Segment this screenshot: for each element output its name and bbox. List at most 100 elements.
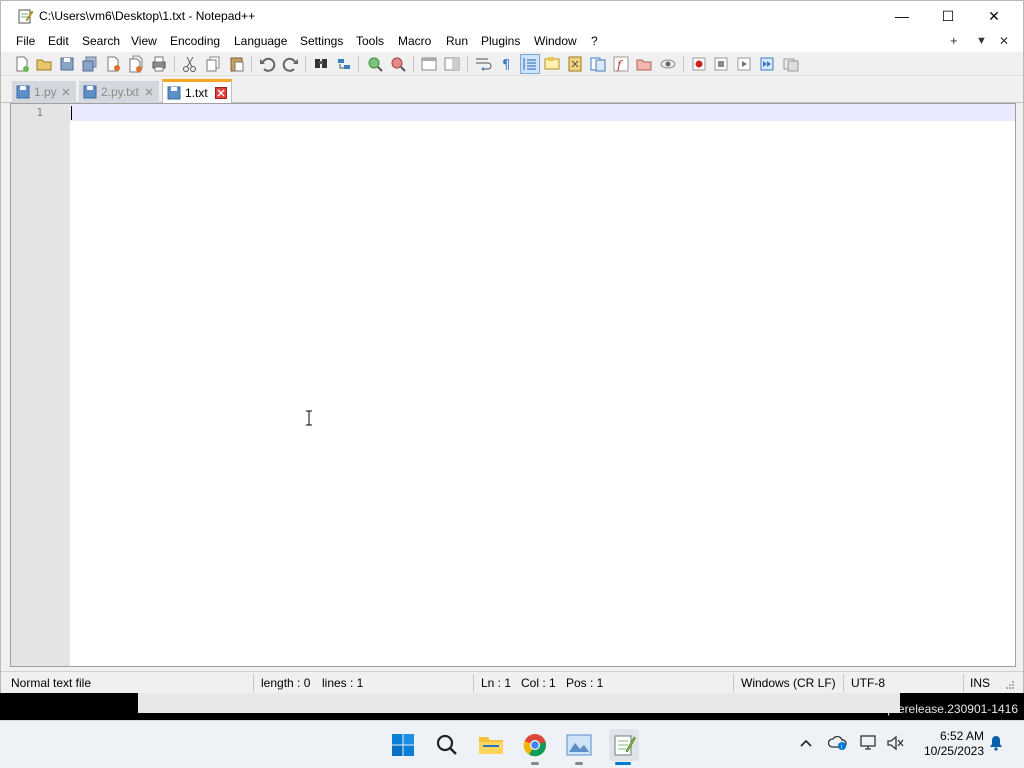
menu-window[interactable]: Window: [534, 34, 577, 48]
folder-workspace-icon[interactable]: [635, 55, 653, 73]
show-hidden-icons-button[interactable]: [796, 733, 816, 753]
svg-text:¶: ¶: [502, 58, 510, 73]
toolbar-separator: [467, 56, 468, 72]
play-macro-icon[interactable]: [735, 55, 753, 73]
taskbar-photos[interactable]: [565, 731, 593, 759]
indent-guide-icon[interactable]: [520, 54, 540, 74]
toolbar: ¶ f: [1, 52, 1023, 76]
notepadpp-icon: [614, 735, 636, 756]
tray-onedrive[interactable]: i: [828, 733, 848, 753]
notification-center-button[interactable]: [986, 733, 1006, 753]
menu-edit[interactable]: Edit: [48, 34, 69, 48]
resize-grip-icon[interactable]: [1005, 680, 1015, 690]
save-all-icon[interactable]: [81, 55, 99, 73]
tab-close-icon[interactable]: [60, 86, 72, 98]
background-window-edge: [138, 693, 900, 713]
current-line-highlight: [70, 104, 1015, 121]
tab-2-py-txt[interactable]: 2.py.txt: [79, 81, 159, 103]
status-insert-mode[interactable]: INS: [970, 676, 990, 690]
status-eol[interactable]: Windows (CR LF): [741, 676, 836, 690]
save-icon[interactable]: [58, 55, 76, 73]
sync-vertical-icon[interactable]: [420, 55, 438, 73]
paste-icon[interactable]: [228, 55, 246, 73]
status-line: Ln : 1: [481, 676, 512, 690]
clock-time: 6:52 AM: [939, 729, 984, 743]
status-separator: [733, 674, 734, 692]
start-button[interactable]: [389, 731, 417, 759]
menu-run[interactable]: Run: [446, 34, 468, 48]
title-bar[interactable]: C:\Users\vm6\Desktop\1.txt - Notepad++ —…: [1, 1, 1023, 31]
user-language-icon[interactable]: [543, 55, 561, 73]
zoom-out-icon[interactable]: [389, 55, 407, 73]
zoom-in-icon[interactable]: [366, 55, 384, 73]
status-position: Pos : 1: [566, 676, 604, 690]
tab-label: 2.py.txt: [101, 85, 139, 99]
menu-encoding[interactable]: Encoding: [170, 34, 220, 48]
menu-file[interactable]: File: [16, 34, 35, 48]
tab-close-icon[interactable]: [215, 87, 227, 99]
word-wrap-icon[interactable]: [474, 55, 492, 73]
taskbar-file-explorer[interactable]: [477, 731, 505, 759]
close-all-icon[interactable]: [127, 55, 145, 73]
find-icon[interactable]: [312, 55, 330, 73]
minimize-button[interactable]: —: [879, 1, 925, 31]
chevron-up-icon: [800, 739, 812, 747]
taskbar-notepadpp[interactable]: [609, 729, 639, 761]
save-macro-icon[interactable]: [782, 55, 800, 73]
photos-running-indicator: [575, 762, 583, 765]
menu-language[interactable]: Language: [234, 34, 287, 48]
record-macro-icon[interactable]: [690, 55, 708, 73]
menu-help[interactable]: ?: [591, 34, 598, 48]
new-file-icon[interactable]: [13, 55, 31, 73]
search-icon: [436, 734, 457, 755]
menu-view[interactable]: View: [131, 34, 157, 48]
status-separator: [473, 674, 474, 692]
maximize-button[interactable]: ☐: [925, 1, 971, 31]
tab-1-txt[interactable]: 1.txt: [162, 79, 232, 103]
menu-search[interactable]: Search: [82, 34, 120, 48]
close-document-icon[interactable]: ✕: [999, 34, 1009, 48]
menu-plugins[interactable]: Plugins: [481, 34, 520, 48]
toolbar-separator: [251, 56, 252, 72]
status-column: Col : 1: [521, 676, 556, 690]
close-file-icon[interactable]: [104, 55, 122, 73]
tray-volume[interactable]: [886, 733, 906, 753]
menu-macro[interactable]: Macro: [398, 34, 431, 48]
menu-bar: File Edit Search View Encoding Language …: [1, 31, 1023, 52]
function-list-icon[interactable]: f: [612, 55, 630, 73]
copy-icon[interactable]: [204, 55, 222, 73]
menu-settings[interactable]: Settings: [300, 34, 343, 48]
taskbar-clock[interactable]: 6:52 AM 10/25/2023: [924, 729, 984, 759]
open-file-icon[interactable]: [35, 55, 53, 73]
taskbar-search-button[interactable]: [433, 731, 461, 759]
status-separator: [963, 674, 964, 692]
status-encoding[interactable]: UTF-8: [851, 676, 885, 690]
window-title: C:\Users\vm6\Desktop\1.txt - Notepad++: [39, 9, 256, 23]
monitoring-eye-icon[interactable]: [659, 55, 677, 73]
doc-map-icon[interactable]: [566, 55, 584, 73]
close-button[interactable]: ✕: [971, 1, 1017, 31]
tray-network[interactable]: [859, 733, 879, 753]
undo-icon[interactable]: [258, 55, 276, 73]
tab-list-dropdown-icon[interactable]: ▼: [976, 35, 987, 47]
menu-tools[interactable]: Tools: [356, 34, 384, 48]
line-number-gutter: 1: [11, 104, 70, 666]
status-file-type: Normal text file: [11, 676, 92, 690]
show-all-chars-icon[interactable]: ¶: [497, 55, 515, 73]
sync-horizontal-icon[interactable]: [443, 55, 461, 73]
print-icon[interactable]: [150, 55, 168, 73]
text-editor-area[interactable]: 1: [10, 103, 1016, 667]
saved-file-icon: [167, 86, 181, 99]
stop-macro-icon[interactable]: [712, 55, 730, 73]
new-tab-plus-icon[interactable]: +: [950, 33, 958, 48]
doc-list-icon[interactable]: [589, 55, 607, 73]
taskbar-chrome[interactable]: [521, 731, 549, 759]
tab-close-icon[interactable]: [143, 86, 155, 98]
build-watermark: prerelease.230901-1416: [887, 702, 1018, 716]
run-macro-multiple-icon[interactable]: [758, 55, 776, 73]
tab-1-py[interactable]: 1.py: [12, 81, 76, 103]
replace-icon[interactable]: [335, 55, 353, 73]
redo-icon[interactable]: [282, 55, 300, 73]
cut-icon[interactable]: [181, 55, 199, 73]
status-separator: [253, 674, 254, 692]
